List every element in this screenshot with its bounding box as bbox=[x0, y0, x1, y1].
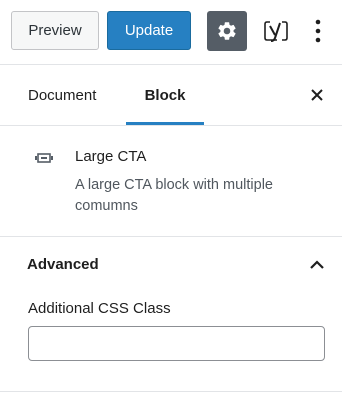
sidebar-tabs: Document Block bbox=[0, 64, 342, 126]
close-sidebar-button[interactable] bbox=[308, 86, 326, 104]
css-class-label: Additional CSS Class bbox=[28, 300, 171, 317]
settings-button[interactable] bbox=[207, 11, 247, 51]
advanced-panel-title: Advanced bbox=[27, 256, 99, 273]
tab-block[interactable]: Block bbox=[126, 65, 204, 125]
active-tab-indicator bbox=[126, 122, 204, 125]
block-card: Large CTA A large CTA block with multipl… bbox=[0, 126, 342, 237]
more-vertical-icon bbox=[315, 19, 321, 43]
gear-icon bbox=[218, 22, 236, 40]
css-class-input[interactable] bbox=[28, 326, 325, 361]
close-icon bbox=[311, 89, 323, 101]
tab-document[interactable]: Document bbox=[28, 65, 96, 125]
update-button[interactable]: Update bbox=[107, 11, 191, 50]
cta-block-icon bbox=[35, 153, 53, 163]
chevron-up-icon bbox=[310, 260, 324, 269]
editor-toolbar: Preview Update bbox=[0, 0, 342, 64]
preview-button[interactable]: Preview bbox=[11, 11, 99, 50]
yoast-button[interactable] bbox=[259, 13, 293, 49]
block-description: A large CTA block with multiple comumns bbox=[75, 177, 273, 214]
panel-divider bbox=[0, 391, 342, 392]
advanced-panel-toggle[interactable]: Advanced bbox=[0, 237, 342, 293]
more-options-button[interactable] bbox=[307, 15, 329, 47]
yoast-icon bbox=[264, 21, 288, 42]
block-title: Large CTA bbox=[75, 148, 147, 165]
